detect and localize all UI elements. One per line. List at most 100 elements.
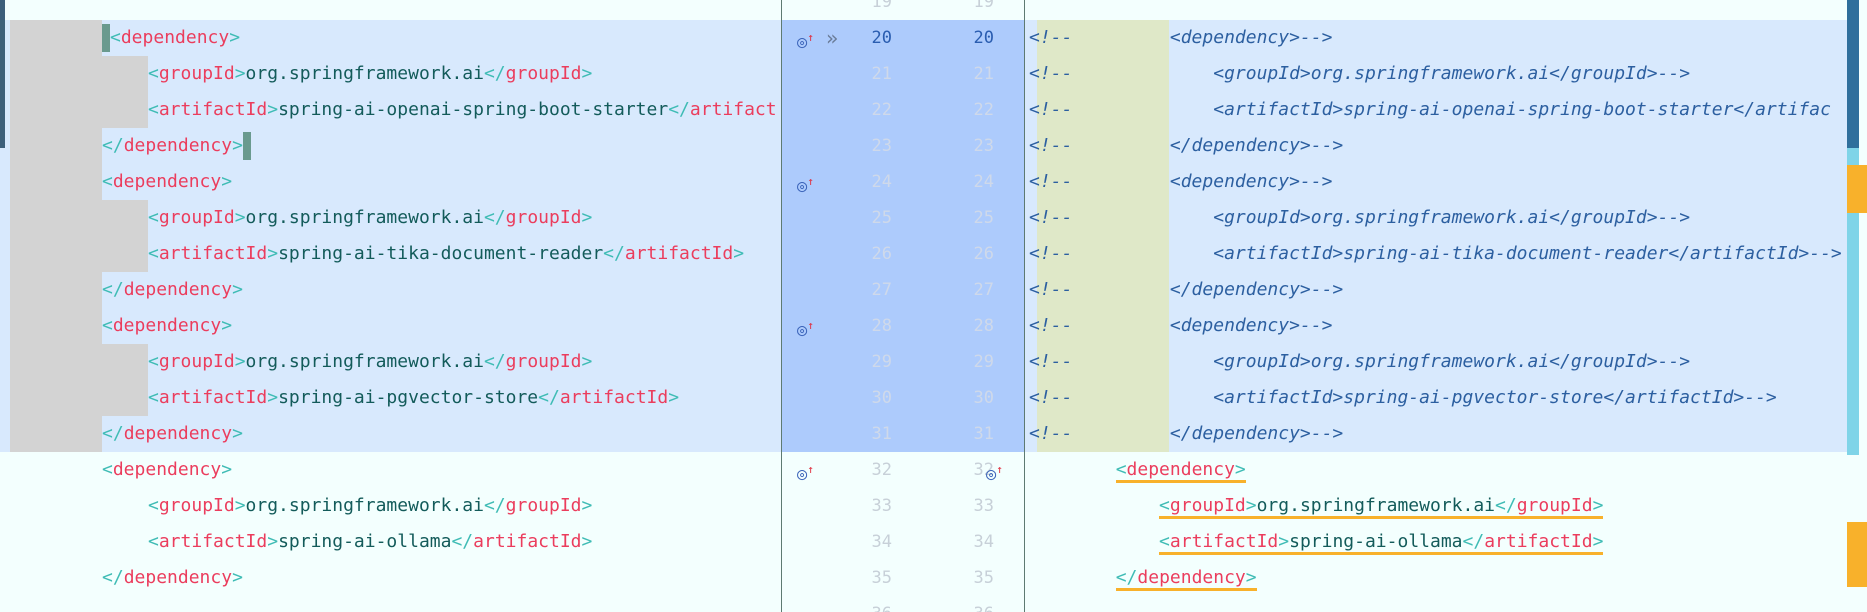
left-line-text: <groupId>org.springframework.ai</groupId… [148,344,592,380]
left-line[interactable]: <artifactId>spring-ai-ollama</artifactId… [0,524,781,560]
left-xml-bracket: > [581,207,593,228]
change-marker-top[interactable] [1847,165,1867,213]
left-line[interactable]: <dependency> [0,452,781,488]
right-line-number: 33 [973,496,994,516]
right-line-number: 22 [973,100,994,120]
left-line-number: 31 [871,424,892,444]
right-line[interactable]: <!-- <artifactId>spring-ai-pgvector-stor… [1025,380,1847,416]
commented-line-text: <!-- <dependency>--> [1029,27,1333,48]
left-xml-bracket: > [221,315,233,336]
right-line[interactable]: <!-- <groupId>org.springframework.ai</gr… [1025,56,1847,92]
gutter-row: 31 31 [782,416,1024,452]
right-xml-bracket: < [1159,531,1170,552]
whitespace-highlight [10,380,148,416]
left-line[interactable]: <groupId>org.springframework.ai</groupId… [0,56,781,92]
gutter-row: 30 30 [782,380,1024,416]
change-marker-bottom[interactable] [1847,522,1867,587]
left-line-text: <dependency> [102,164,232,200]
right-line[interactable]: <!-- <artifactId>spring-ai-openai-spring… [1025,92,1847,128]
commented-line-text: <!-- </dependency>--> [1029,279,1344,300]
right-line[interactable]: <!-- <artifactId>spring-ai-tika-document… [1025,236,1847,272]
change-marker-icon[interactable]: ◎↑ [797,452,814,493]
left-xml-tag: artifact [689,99,777,120]
left-line-text: <dependency> [102,20,240,56]
right-editor-pane[interactable]: <!-- <dependency>--> <!-- <groupId>org.sp… [1025,0,1847,612]
left-line[interactable]: <artifactId>spring-ai-tika-document-read… [0,236,781,272]
change-marker-icon[interactable]: ◎↑ [986,452,1003,493]
left-line[interactable]: <dependency> [0,308,781,344]
right-line[interactable]: <!-- </dependency>--> [1025,128,1847,164]
gutter-row: 25 25 [782,200,1024,236]
commented-line-text: <!-- <artifactId>spring-ai-openai-spring… [1029,99,1831,120]
left-line-number: 22 [871,100,892,120]
right-line[interactable]: <artifactId>spring-ai-ollama</artifactId… [1025,524,1847,560]
change-marker-icon[interactable]: ◎↑ [797,164,814,205]
gutter-row: 34 34 [782,524,1024,560]
gutter-row: 22 22 [782,92,1024,128]
left-line[interactable]: <groupId>org.springframework.ai</groupId… [0,200,781,236]
right-line-text: <groupId>org.springframework.ai</groupId… [1029,488,1604,524]
left-line[interactable]: <dependency> [0,164,781,200]
whitespace-highlight [10,20,102,56]
left-line[interactable]: <groupId>org.springframework.ai</groupId… [0,488,781,524]
apply-change-chevron-icon[interactable]: » [826,20,838,56]
left-xml-bracket: > [234,63,246,84]
left-xml-bracket: </ [483,351,506,372]
left-xml-tag: dependency [123,279,233,300]
whitespace-highlight [10,128,102,164]
left-line[interactable]: </dependency> [0,272,781,308]
left-xml-bracket: < [148,63,159,84]
left-xml-tag: groupId [158,207,235,228]
left-line[interactable]: <groupId>org.springframework.ai</groupId… [0,344,781,380]
right-line[interactable]: <groupId>org.springframework.ai</groupId… [1025,488,1847,524]
right-line[interactable]: </dependency> [1025,560,1847,596]
left-line-number: 33 [871,496,892,516]
gutter-row: 27 27 [782,272,1024,308]
right-xml-tag: artifactId [1169,531,1279,552]
left-line[interactable]: </dependency> [0,416,781,452]
left-line[interactable]: <artifactId>spring-ai-pgvector-store</ar… [0,380,781,416]
right-line[interactable]: <!-- </dependency>--> [1025,272,1847,308]
right-line[interactable]: <!-- <groupId>org.springframework.ai</gr… [1025,344,1847,380]
change-marker-icon[interactable]: ◎↑ [797,308,814,349]
left-line-number: 20 [871,28,892,48]
diff-marker-strip[interactable] [1847,0,1867,612]
left-xml-tag: groupId [158,63,235,84]
right-line-number: 23 [973,136,994,156]
right-line[interactable]: <dependency> [1025,452,1847,488]
commented-line-text: <!-- <groupId>org.springframework.ai</gr… [1029,351,1691,372]
change-marker-icon[interactable]: ◎↑ [797,20,814,61]
conflict-underline: <dependency> [1115,459,1246,483]
left-xml-bracket: > [229,27,241,48]
scrollbar-thumb[interactable] [1847,0,1859,148]
right-xml-tag: artifactId [1484,531,1593,552]
left-xml-value: spring-ai-pgvector-store [278,387,539,408]
right-line[interactable]: <!-- <dependency>--> [1025,164,1847,200]
left-line-number: 19 [871,0,892,12]
right-line[interactable]: <!-- <dependency>--> [1025,308,1847,344]
left-xml-bracket: > [232,279,243,300]
arrow-up-icon: ↑ [807,31,814,44]
left-line[interactable]: </dependency> [0,560,781,596]
left-xml-bracket: > [267,531,279,552]
left-xml-tag: groupId [505,63,582,84]
gutter-row: 35 35 [782,560,1024,596]
left-editor-pane[interactable]: <dependency> <groupId>org.springframework… [0,0,781,612]
left-line-number: 30 [871,388,892,408]
right-line[interactable]: <!-- <dependency>--> [1025,20,1847,56]
left-line-number: 29 [871,352,892,372]
left-line-number: 34 [871,532,892,552]
right-line[interactable]: <!-- </dependency>--> [1025,416,1847,452]
gutter-row: 32 32 ◎↑ ◎↑ [782,452,1024,488]
left-line[interactable]: <dependency> [0,20,781,56]
left-line-text: <groupId>org.springframework.ai</groupId… [148,56,592,92]
left-line[interactable]: <artifactId>spring-ai-openai-spring-boot… [0,92,781,128]
right-line[interactable]: <!-- <groupId>org.springframework.ai</gr… [1025,200,1847,236]
right-xml-bracket: > [1245,495,1257,516]
left-xml-bracket: > [581,351,593,372]
gutter-row: 28 28 ◎↑ [782,308,1024,344]
left-xml-bracket: < [148,495,159,516]
left-line-number: 24 [871,172,892,192]
left-line-text: <artifactId>spring-ai-openai-spring-boot… [148,92,777,128]
left-line[interactable]: </dependency> [0,128,781,164]
